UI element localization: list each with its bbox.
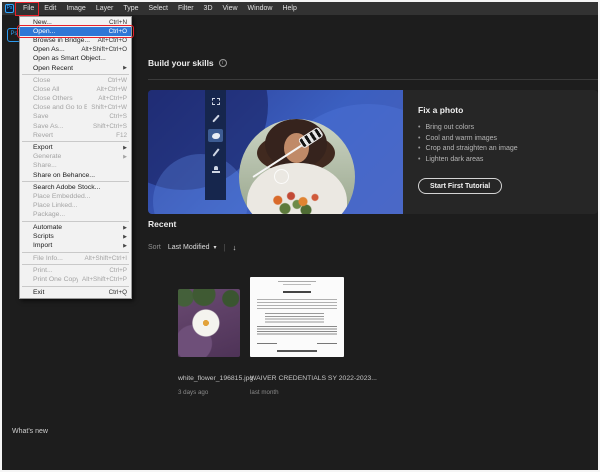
menu-item-close: Close Ctrl+W	[33, 77, 127, 85]
banner-bullet: • Lighten dark areas	[418, 155, 484, 163]
menu-item-save: Save Ctrl+S	[33, 113, 127, 121]
banner-illustration	[148, 90, 403, 214]
menu-item-generate: Generate ▶	[33, 153, 127, 161]
menubar-item-type[interactable]: Type	[118, 2, 143, 15]
menu-item-close-and-go-to-bridge: Close and Go to Bridge...Shift+Ctrl+W	[33, 104, 127, 112]
menu-item-close-others: Close Others Alt+Ctrl+P	[33, 95, 127, 103]
banner-bullet: • Bring out colors	[418, 124, 475, 131]
marquee-tool-icon	[208, 95, 223, 108]
menu-item-export[interactable]: Export ▶	[20, 143, 131, 152]
menu-item-browse-in-bridge[interactable]: Browse in Bridge... Alt+Ctrl+O	[20, 36, 131, 45]
stamp-tool-icon	[208, 163, 223, 176]
menubar-item-help[interactable]: Help	[277, 2, 301, 15]
menu-item-place-linked: Place Linked...	[33, 202, 78, 210]
submenu-arrow-icon: ▶	[123, 153, 127, 160]
menu-item-print-one-copy: Print One Copy Alt+Shift+Ctrl+P	[33, 276, 127, 284]
banner-bullet: • Crop and straighten an image	[418, 145, 518, 152]
submenu-arrow-icon: ▶	[123, 65, 127, 72]
vertical-divider: |	[223, 243, 226, 252]
menubar-item-view[interactable]: View	[218, 2, 243, 15]
menubar-item-3d[interactable]: 3D	[199, 2, 218, 15]
menubar-item-select[interactable]: Select	[144, 2, 173, 15]
menubar-item-image[interactable]: Image	[61, 2, 90, 15]
submenu-arrow-icon: ▶	[123, 242, 127, 249]
menu-item-open[interactable]: Open... Ctrl+O	[20, 27, 131, 37]
photoshop-app-icon: Ps	[5, 4, 14, 13]
menu-item-share-on-behance[interactable]: Share on Behance...	[20, 171, 131, 180]
menu-item-exit[interactable]: Exit Ctrl+Q	[20, 288, 131, 297]
build-your-skills-heading: Build your skills i	[148, 58, 227, 68]
menu-item-place-embedded: Place Embedded...	[33, 193, 91, 201]
menu-bar: Ps File Edit Image Layer Type Select Fil…	[2, 2, 598, 15]
brush-tool-icon	[208, 146, 223, 159]
banner-title: Fix a photo	[418, 105, 464, 115]
chevron-down-icon: ▾	[213, 245, 217, 251]
menubar-item-layer[interactable]: Layer	[91, 2, 119, 15]
recent-file-thumbnail-document[interactable]	[250, 277, 344, 357]
banner-text-panel: Fix a photo • Bring out colors • Cool and …	[403, 90, 598, 214]
sort-controls: Sort Last Modified ▾ | ↓	[148, 243, 236, 252]
menu-item-automate[interactable]: Automate ▶	[20, 223, 131, 232]
whats-new-link[interactable]: What's new	[12, 428, 48, 435]
menu-item-new[interactable]: New... Ctrl+N	[20, 18, 131, 27]
menu-separator	[22, 220, 129, 222]
submenu-arrow-icon: ▶	[123, 224, 127, 231]
recent-file-name[interactable]: white_flower_196815.jpg	[178, 375, 253, 382]
menu-separator	[22, 180, 129, 182]
menubar-item-file[interactable]: File	[18, 2, 39, 15]
file-menu-dropdown: New... Ctrl+N Open... Ctrl+O Browse in Bri…	[19, 16, 132, 300]
banner-toolbar-graphic	[205, 90, 226, 200]
menu-item-import[interactable]: Import ▶	[20, 241, 131, 250]
menu-item-close-all: Close All Alt+Ctrl+W	[33, 86, 127, 94]
eyedropper-tool-icon	[208, 112, 223, 125]
info-icon[interactable]: i	[218, 59, 227, 67]
submenu-arrow-icon: ▶	[123, 144, 127, 151]
banner-swirl-shape	[153, 154, 248, 214]
menu-item-package: Package...	[33, 211, 66, 219]
patch-tool-icon	[208, 129, 223, 142]
photoshop-window: Ps File Edit Image Layer Type Select Fil…	[0, 0, 600, 472]
recent-file-time: last month	[250, 389, 279, 396]
menu-item-open-as-smart-object[interactable]: Open as Smart Object...	[20, 54, 131, 63]
menu-item-search-adobe-stock[interactable]: Search Adobe Stock...	[20, 183, 131, 192]
menu-item-save-as: Save As... Shift+Ctrl+S	[33, 122, 127, 130]
tutorial-banner: Fix a photo • Bring out colors • Cool and …	[148, 90, 598, 214]
start-first-tutorial-button[interactable]: Start First Tutorial	[418, 178, 503, 194]
menu-item-revert: Revert F12	[33, 131, 127, 139]
menu-item-open-as[interactable]: Open As... Alt+Shift+Ctrl+O	[20, 45, 131, 54]
submenu-arrow-icon: ▶	[123, 233, 127, 240]
recent-file-thumbnail-flower[interactable]	[178, 289, 240, 357]
menu-item-share: Share...	[33, 162, 57, 170]
sort-dropdown[interactable]: Last Modified ▾	[168, 244, 217, 251]
menu-item-open-recent[interactable]: Open Recent ▶	[20, 63, 131, 72]
banner-bullet: • Cool and warm images	[418, 134, 498, 142]
sort-label: Sort	[148, 244, 161, 251]
menu-separator	[22, 140, 129, 142]
menu-item-scripts[interactable]: Scripts ▶	[20, 232, 131, 241]
menu-item-print: Print... Ctrl+P	[33, 267, 127, 275]
menu-separator	[22, 251, 129, 253]
menubar-item-window[interactable]: Window	[243, 2, 278, 15]
menubar-item-edit[interactable]: Edit	[39, 2, 61, 15]
menubar-item-filter[interactable]: Filter	[173, 2, 199, 15]
sort-direction-icon[interactable]: ↓	[233, 243, 237, 252]
menu-separator	[22, 285, 129, 287]
recent-file-time: 3 days ago	[178, 389, 209, 396]
menu-separator	[22, 73, 129, 75]
section-divider	[148, 79, 598, 80]
recent-heading: Recent	[148, 219, 177, 229]
menu-separator	[22, 264, 129, 266]
recent-file-name[interactable]: WAIVER CREDENTIALS SY 2022-2023...	[250, 375, 377, 382]
menu-item-file-info: File Info... Alt+Shift+Ctrl+I	[33, 254, 127, 262]
